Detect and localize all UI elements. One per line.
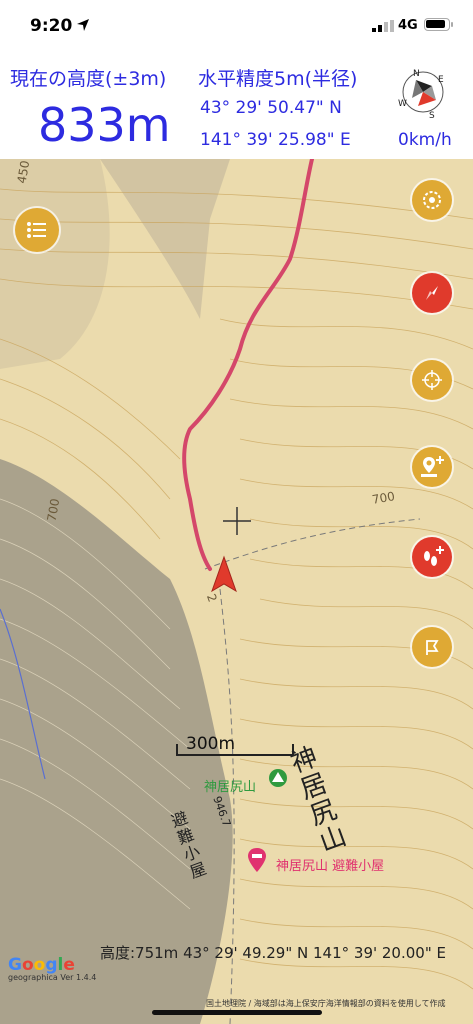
- north-up-button[interactable]: [412, 273, 452, 313]
- crosshair-icon: [422, 370, 442, 390]
- compass-needle-icon: [426, 286, 438, 300]
- network-type: 4G: [398, 18, 418, 33]
- cursor-coordinates: 高度:751m 43° 29' 49.29" N 141° 39' 20.00"…: [100, 944, 446, 962]
- altitude-value: 833m: [38, 98, 171, 152]
- compass-letter-s: S: [429, 111, 435, 121]
- hut-icon[interactable]: [246, 847, 268, 873]
- google-logo: Google: [8, 955, 75, 975]
- home-indicator[interactable]: [152, 1010, 322, 1015]
- topographic-map[interactable]: 450 700 700 2: [0, 159, 473, 1024]
- map-attribution: 国土地理院 / 海域部は海上保安庁海洋情報部の資料を使用して作成: [206, 999, 446, 1008]
- compass-rose-icon[interactable]: N E S W: [392, 62, 454, 122]
- flag-button[interactable]: [412, 627, 452, 667]
- footprints-add-icon: [424, 546, 444, 566]
- rotate-map-button[interactable]: [412, 180, 452, 220]
- altitude-label: 現在の高度(±3m): [10, 68, 167, 90]
- compass-letter-n: N: [413, 69, 420, 79]
- signal-icon: [372, 20, 394, 32]
- rotate-icon: [423, 191, 441, 209]
- scale-bar: [176, 744, 294, 756]
- flag-icon: [426, 640, 439, 655]
- peak-label[interactable]: 神居尻山: [204, 776, 256, 795]
- record-track-button[interactable]: [412, 537, 452, 577]
- status-time: 9:20: [30, 16, 73, 36]
- location-arrow-icon: [77, 19, 89, 31]
- menu-icon: [27, 222, 46, 238]
- compass-letter-w: W: [398, 99, 407, 109]
- map-canvas[interactable]: [0, 159, 473, 1024]
- app-version: geographica Ver 1.4.4: [8, 973, 97, 982]
- peak-icon[interactable]: [268, 768, 288, 788]
- accuracy-label: 水平精度5m(半径): [198, 68, 358, 90]
- menu-button[interactable]: [15, 208, 59, 252]
- location-info-panel: 現在の高度(±3m) 833m 水平精度5m(半径) 43° 29' 50.47…: [0, 54, 473, 159]
- add-waypoint-icon: [421, 456, 444, 477]
- hut-label[interactable]: 神居尻山 避難小屋: [276, 855, 384, 874]
- latitude-value: 43° 29' 50.47" N: [200, 98, 342, 118]
- longitude-value: 141° 39' 25.98" E: [200, 130, 351, 150]
- status-bar: 9:20 4G: [0, 0, 473, 54]
- locate-button[interactable]: [412, 360, 452, 400]
- compass-letter-e: E: [438, 75, 444, 85]
- speed-value: 0km/h: [398, 130, 452, 150]
- add-waypoint-button[interactable]: [412, 447, 452, 487]
- battery-icon: [424, 18, 453, 31]
